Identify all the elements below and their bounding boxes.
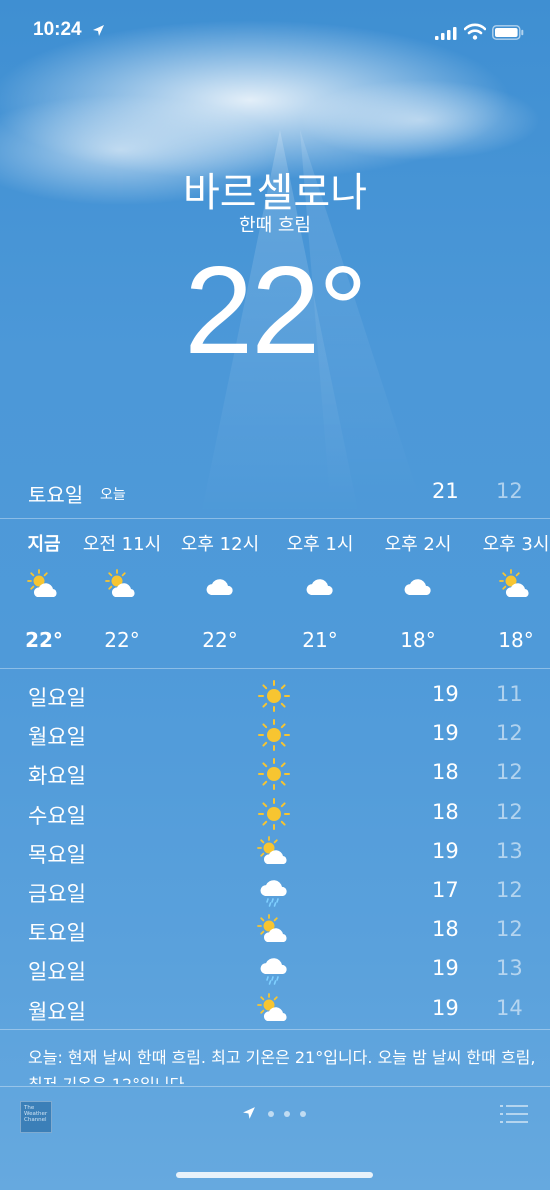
page-dot[interactable] (268, 1111, 274, 1117)
hourly-item: 오후 12시 22° (172, 522, 268, 668)
daily-row: 일요일 19 11 (0, 676, 550, 715)
hour-label: 오후 1시 (286, 534, 354, 555)
hourly-item: 오후 2시 18° (370, 522, 466, 668)
day-low: 12 (496, 760, 523, 785)
cellular-signal-icon (435, 27, 457, 40)
day-name: 토요일 (28, 921, 86, 946)
day-name: 일요일 (28, 960, 86, 985)
daily-row: 월요일 19 12 (0, 715, 550, 754)
status-time: 10:24 (33, 19, 82, 40)
list-icon[interactable] (500, 1104, 530, 1126)
hour-temperature: 22° (202, 628, 238, 652)
today-day: 토요일 (28, 483, 84, 507)
current-condition: 한때 흐림 (239, 215, 311, 236)
hourly-item: 오후 3시 18° (468, 522, 550, 668)
cloud-icon (400, 568, 436, 604)
day-name: 월요일 (28, 725, 86, 750)
hour-temperature: 22° (104, 628, 140, 652)
rain-cloud-icon (256, 874, 292, 910)
page-dot[interactable] (284, 1111, 290, 1117)
day-high: 18 (432, 917, 459, 942)
hour-label: 오후 12시 (180, 534, 260, 555)
location-arrow-icon (93, 25, 104, 36)
today-high: 21 (432, 479, 459, 503)
cloud-icon (202, 568, 238, 604)
hour-temperature: 21° (302, 628, 338, 652)
day-low: 11 (496, 682, 523, 706)
city-name: 바르셀로나 (183, 170, 367, 216)
day-name: 목요일 (28, 842, 86, 867)
day-low: 12 (496, 878, 523, 902)
location-page-icon[interactable] (242, 1106, 256, 1120)
daily-row: 목요일 19 13 (0, 833, 550, 872)
sun-icon (256, 717, 292, 753)
day-high: 19 (432, 838, 459, 863)
day-low: 14 (496, 995, 523, 1020)
day-high: 19 (432, 721, 459, 746)
day-name: 일요일 (28, 686, 86, 710)
page-dot[interactable] (300, 1111, 306, 1117)
day-low: 12 (496, 799, 523, 824)
day-high: 17 (432, 878, 459, 902)
sun-icon (256, 678, 292, 714)
partly-sunny-icon (498, 568, 534, 604)
partly-sunny-icon (256, 913, 292, 949)
day-high: 18 (432, 799, 459, 824)
day-high: 19 (432, 682, 459, 706)
divider (0, 1086, 550, 1087)
day-low: 12 (496, 917, 523, 942)
day-high: 19 (432, 995, 459, 1020)
day-name: 화요일 (28, 764, 86, 789)
partly-sunny-icon (26, 568, 62, 604)
sun-icon (256, 796, 292, 832)
hour-label: 오후 3시 (482, 534, 550, 555)
daily-row: 일요일 19 13 (0, 950, 550, 989)
weather-summary: 오늘: 현재 날씨 한때 흐림. 최고 기온은 21°입니다. 오늘 밤 날씨 … (28, 1048, 536, 1084)
day-low: 12 (496, 721, 523, 746)
day-high: 18 (432, 760, 459, 785)
divider (0, 668, 550, 669)
daily-row: 화요일 18 12 (0, 754, 550, 793)
day-high: 19 (432, 956, 459, 981)
daily-row: 토요일 18 12 (0, 911, 550, 950)
hourly-item: 오후 1시 21° (272, 522, 368, 668)
hourly-item: 오전 11시 22° (74, 522, 170, 668)
hour-temperature: 18° (400, 628, 436, 652)
partly-sunny-icon (104, 568, 140, 604)
wifi-icon (464, 23, 486, 40)
hour-label: 오전 11시 (82, 534, 162, 555)
today-summary-row: 토요일 오늘 21 12 (0, 474, 550, 510)
current-temperature: 22° (184, 242, 368, 380)
hourly-forecast[interactable]: 지금 22° 오전 11시 22° 오후 12시 22° 오후 1시 21° 오후 2시 18° 오… (0, 522, 550, 668)
day-low: 13 (496, 956, 523, 981)
day-name: 수요일 (28, 803, 86, 828)
partly-sunny-icon (256, 992, 292, 1028)
cloud-icon (302, 568, 338, 604)
rain-cloud-icon (256, 952, 292, 988)
day-name: 금요일 (28, 882, 86, 906)
daily-row: 금요일 17 12 (0, 872, 550, 911)
hour-temperature: 18° (498, 628, 534, 652)
today-low: 12 (496, 479, 523, 503)
today-tag: 오늘 (100, 487, 126, 503)
partly-sunny-icon (256, 835, 292, 871)
home-indicator[interactable] (176, 1172, 373, 1178)
daily-row: 수요일 18 12 (0, 794, 550, 833)
divider (0, 518, 550, 519)
divider (0, 1029, 550, 1030)
sun-icon (256, 756, 292, 792)
weather-channel-logo[interactable]: The Weather Channel (20, 1101, 52, 1133)
battery-icon (492, 25, 524, 40)
hour-label: 오후 2시 (384, 534, 452, 555)
day-name: 월요일 (28, 999, 86, 1024)
day-low: 13 (496, 838, 523, 863)
daily-row: 월요일 19 14 (0, 990, 550, 1029)
